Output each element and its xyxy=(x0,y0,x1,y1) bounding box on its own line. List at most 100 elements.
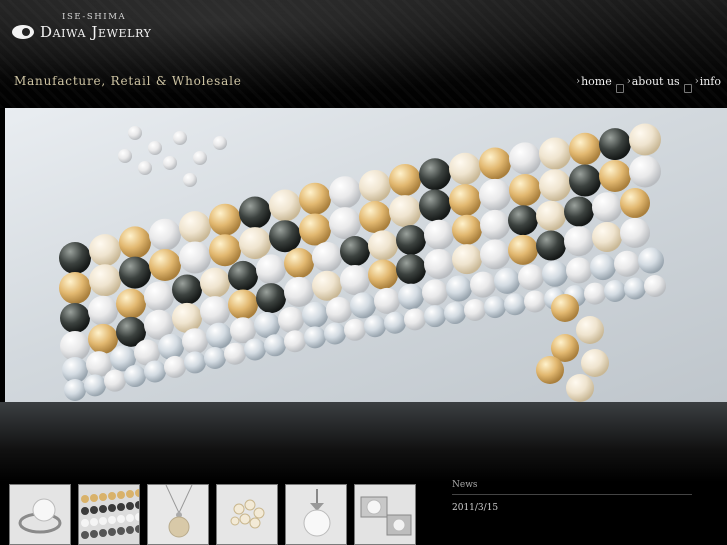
pearl-bead xyxy=(172,274,202,305)
pearl-bead xyxy=(239,227,271,260)
pearl-bead xyxy=(539,137,571,170)
pearl-bead xyxy=(359,200,391,233)
pearl-bead xyxy=(119,226,151,259)
pearl-bead xyxy=(104,369,126,392)
pearl-bead xyxy=(179,241,211,274)
pearl-bead xyxy=(592,192,622,223)
pearl-bead xyxy=(284,276,314,307)
pearl-bead xyxy=(200,296,230,327)
pearl-bead xyxy=(124,365,146,388)
thumbnail-pearl-cufflinks[interactable] xyxy=(354,484,416,545)
pearl-bead xyxy=(148,141,162,155)
pearl-bead xyxy=(344,318,366,341)
pearl-logo-icon xyxy=(12,25,34,39)
pearl-bead xyxy=(89,264,121,297)
pearl-bead xyxy=(364,315,386,338)
pearl-bead xyxy=(164,355,186,378)
pearl-bead xyxy=(60,331,90,361)
pearl-bead xyxy=(254,311,280,338)
pearl-bead xyxy=(581,349,609,377)
pearl-bead xyxy=(384,311,406,334)
pearl-bead xyxy=(179,211,211,244)
pearl-bead xyxy=(419,158,451,191)
hero-reflection xyxy=(0,402,727,482)
pearl-bead xyxy=(536,230,566,261)
pearl-bead xyxy=(424,219,454,250)
pearl-bead xyxy=(128,126,142,140)
pearl-bead xyxy=(193,151,207,165)
pearl-bead xyxy=(359,169,391,202)
pearl-bead xyxy=(509,142,541,175)
pearl-bead xyxy=(256,254,286,285)
pearl-bead xyxy=(629,155,661,188)
pearl-bead xyxy=(228,260,258,291)
pearl-bead xyxy=(329,207,361,240)
chevron-right-icon: › xyxy=(576,76,581,87)
pearl-bead xyxy=(424,248,454,279)
pearl-bead xyxy=(480,209,510,240)
thumbnail-pearl-drop-pendant[interactable] xyxy=(285,484,347,545)
pearl-bead xyxy=(184,351,206,374)
pearl-bead xyxy=(183,173,197,187)
pearl-bead xyxy=(312,270,342,301)
pearl-bead xyxy=(163,156,177,170)
pearl-bead xyxy=(542,260,568,287)
pearl-bead xyxy=(224,342,246,365)
logo-subtitle: ISE-SHIMA xyxy=(62,12,127,22)
pearl-bead xyxy=(444,302,466,325)
pearl-bead xyxy=(118,149,132,163)
site-header: ISE-SHIMA Daiwa Jewelry Manufacture, Ret… xyxy=(0,0,727,108)
pearl-bead xyxy=(312,241,342,272)
pearl-bead xyxy=(119,256,151,289)
nav-info[interactable]: › info xyxy=(695,75,721,88)
pearl-bead xyxy=(206,322,232,349)
pearl-bead xyxy=(569,132,601,165)
thumbnail-pearl-ring[interactable] xyxy=(9,484,71,545)
pearl-bead xyxy=(228,289,258,320)
thumbnail-strip xyxy=(9,484,416,545)
pearl-bead xyxy=(494,267,520,294)
pearl-bead xyxy=(629,123,661,156)
pearl-bead xyxy=(599,128,631,161)
hero-pearl-image xyxy=(5,108,727,402)
pearl-bead xyxy=(524,290,546,313)
pearl-bead xyxy=(278,306,304,333)
pearl-bead xyxy=(464,298,486,321)
broken-image-icon xyxy=(615,84,624,93)
nav-info-label: info xyxy=(699,75,721,88)
pearl-bead xyxy=(638,247,664,274)
pearl-bead xyxy=(374,287,400,314)
pearl-bead xyxy=(144,360,166,383)
pearl-bead xyxy=(299,182,331,215)
pearl-bead xyxy=(452,244,482,275)
thumbnail-pearl-cluster-ring[interactable] xyxy=(216,484,278,545)
thumbnail-pearl-strands[interactable] xyxy=(78,484,140,545)
news-panel: News 2011/3/15 xyxy=(452,480,692,513)
pearl-bead xyxy=(584,282,606,305)
pearl-bead xyxy=(422,279,448,306)
tagline: Manufacture, Retail & Wholesale xyxy=(14,74,242,88)
pearl-bead xyxy=(304,326,326,349)
nav-about-us-label: about us xyxy=(631,75,680,88)
nav-home[interactable]: › home xyxy=(576,75,612,88)
pearl-bead xyxy=(350,292,376,319)
pearl-bead xyxy=(449,184,481,217)
pearl-bead xyxy=(264,334,286,357)
pearl-bead xyxy=(508,205,538,236)
pearl-bead xyxy=(604,280,626,303)
pearl-bead xyxy=(324,322,346,345)
nav-home-label: home xyxy=(581,75,612,88)
pearl-bead xyxy=(368,259,398,290)
thumbnail-pearl-pendant[interactable] xyxy=(147,484,209,545)
pearl-bead xyxy=(84,374,106,397)
pearl-bead xyxy=(158,333,184,360)
pearl-bead xyxy=(239,196,271,229)
pearl-bead xyxy=(509,173,541,206)
pearl-bead xyxy=(452,214,482,245)
news-heading: News xyxy=(452,480,692,495)
pearl-bead xyxy=(620,187,650,218)
site-logo[interactable]: ISE-SHIMA Daiwa Jewelry xyxy=(10,12,160,48)
nav-about-us[interactable]: › about us xyxy=(627,75,680,88)
pearl-bead xyxy=(209,203,241,236)
pearl-bead xyxy=(200,267,230,298)
